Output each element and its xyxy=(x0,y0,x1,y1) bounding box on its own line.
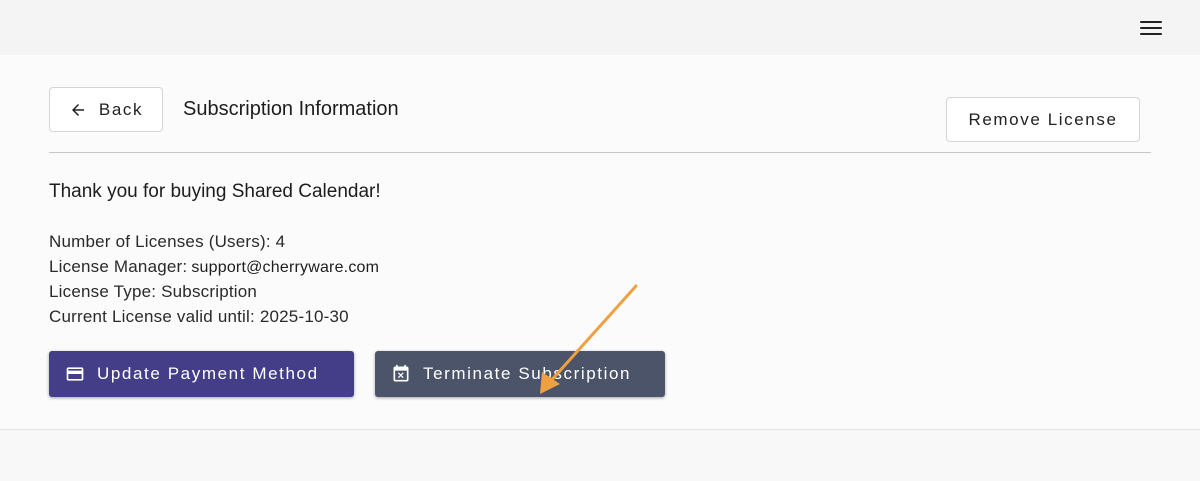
menu-line xyxy=(1140,33,1162,35)
license-manager-email: support@cherryware.com xyxy=(191,259,380,276)
page-footer-area xyxy=(0,430,1200,481)
top-app-bar xyxy=(0,0,1200,55)
remove-license-label: Remove License xyxy=(968,109,1118,129)
menu-line xyxy=(1140,21,1162,23)
back-button-label: Back xyxy=(98,99,144,119)
license-count: Number of Licenses (Users): 4 xyxy=(49,232,286,251)
back-button[interactable]: Back xyxy=(49,87,163,132)
credit-card-icon xyxy=(66,367,84,381)
remove-license-button[interactable]: Remove License xyxy=(946,97,1140,142)
license-type: License Type: Subscription xyxy=(49,282,258,301)
subscription-panel: Back Subscription Information Remove Lic… xyxy=(0,55,1200,430)
terminate-subscription-button[interactable]: Terminate Subscription xyxy=(375,351,665,397)
hamburger-menu-icon[interactable] xyxy=(1134,13,1168,43)
thank-you-message: Thank you for buying Shared Calendar! xyxy=(49,181,381,202)
calendar-remove-icon xyxy=(393,364,409,382)
license-valid-until: Current License valid until: 2025-10-30 xyxy=(49,307,349,326)
license-manager: License Manager: support@cherryware.com xyxy=(49,257,379,277)
header-divider xyxy=(49,152,1151,153)
page-title: Subscription Information xyxy=(183,98,399,120)
license-manager-label: License Manager: xyxy=(49,257,188,276)
terminate-subscription-label: Terminate Subscription xyxy=(423,364,632,383)
update-payment-method-button[interactable]: Update Payment Method xyxy=(49,351,354,397)
update-payment-method-label: Update Payment Method xyxy=(97,364,319,383)
arrow-left-icon xyxy=(71,103,84,116)
menu-line xyxy=(1140,27,1162,29)
